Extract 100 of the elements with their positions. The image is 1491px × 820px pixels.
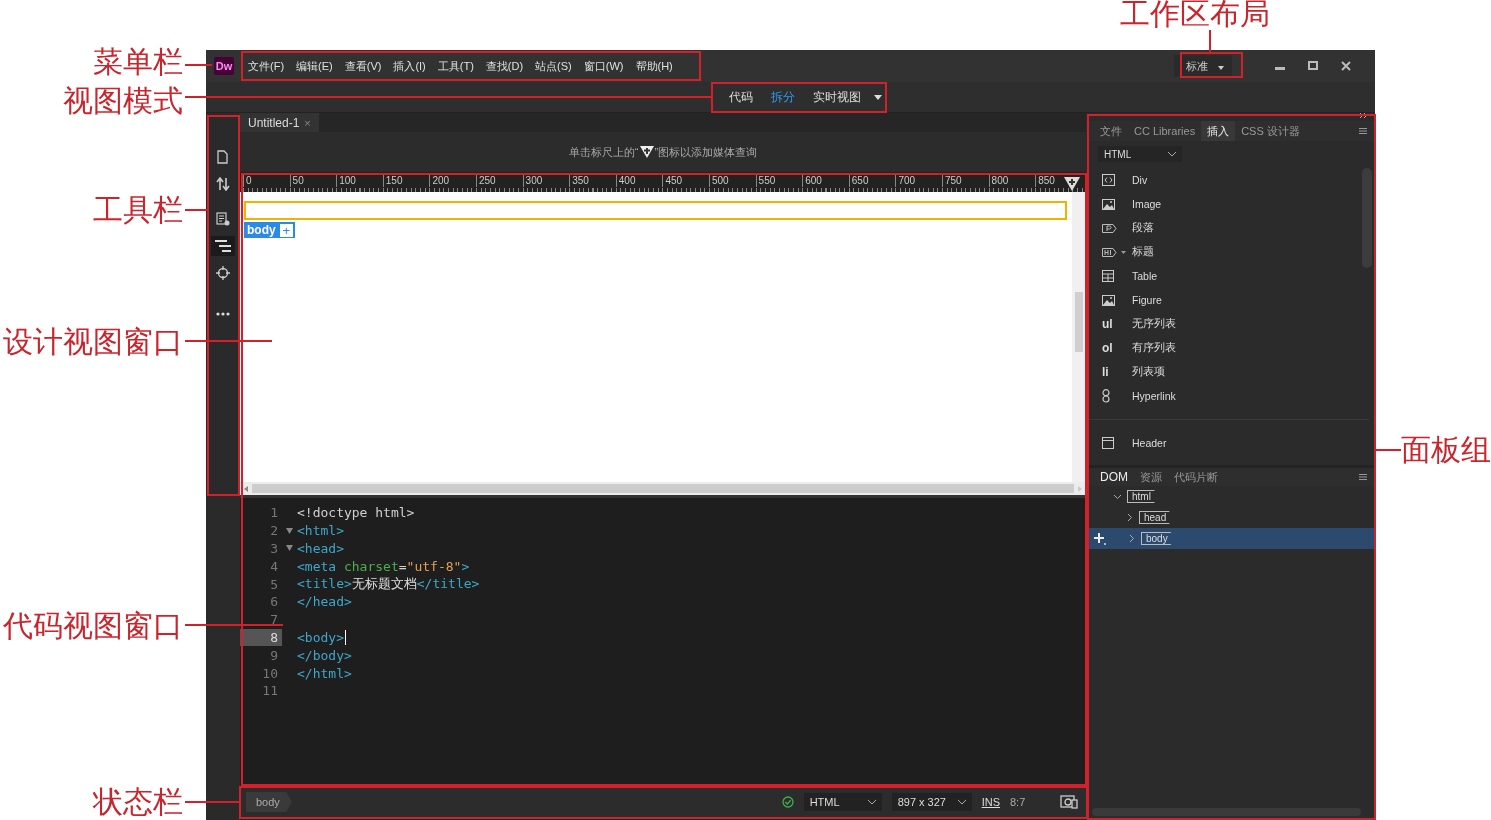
dom-row[interactable]: body <box>1088 528 1375 549</box>
language-dropdown[interactable]: HTML <box>803 793 882 811</box>
dom-row[interactable]: html <box>1088 486 1375 507</box>
code-line: <html> <box>297 523 344 539</box>
panel-tab[interactable]: 插入 <box>1201 121 1236 141</box>
fold-icon[interactable] <box>286 545 293 552</box>
code-line: <title>无标题文档</title> <box>297 575 480 594</box>
line-number: 2 <box>269 522 279 540</box>
tag-selector[interactable]: body <box>246 792 292 812</box>
menu-item[interactable]: 插入(I) <box>387 58 432 74</box>
insert-item[interactable]: 列表项 <box>1132 365 1165 379</box>
menu-icon[interactable] <box>1359 474 1367 480</box>
scroll-left-icon[interactable] <box>244 485 248 492</box>
ruler-label: 550 <box>755 175 776 187</box>
dom-row[interactable]: head <box>1088 507 1375 528</box>
maximize-icon[interactable] <box>1308 61 1318 71</box>
insert-item[interactable]: 段落 <box>1132 221 1154 235</box>
line-number: 8 <box>240 628 282 646</box>
ruler-label: 150 <box>382 175 403 187</box>
insert-item[interactable]: Div <box>1132 174 1148 186</box>
insert-item[interactable]: 无序列表 <box>1132 317 1176 331</box>
cursor-position: 8:7 <box>1010 796 1027 808</box>
collapse-icon[interactable] <box>1360 113 1367 118</box>
code-line: </html> <box>297 665 352 681</box>
document-tab[interactable]: Untitled-1 × <box>240 113 319 132</box>
leader-line <box>1209 30 1211 52</box>
caret-icon[interactable] <box>1121 250 1126 254</box>
media-query-hint: 单击标尺上的“ ”图标以添加媒体查询 <box>568 144 758 160</box>
menu-item[interactable]: 帮助(H) <box>629 58 679 74</box>
header-block-icon <box>1102 437 1114 449</box>
callout-label: 代码视图窗口 <box>3 608 183 644</box>
add-button[interactable]: + <box>279 223 293 237</box>
panel-tab[interactable]: 文件 <box>1094 121 1128 141</box>
menu-item[interactable]: 工具(T) <box>431 58 480 74</box>
ruler-label: 500 <box>709 175 729 187</box>
fold-icon[interactable] <box>286 527 293 534</box>
insert-mode[interactable]: INS <box>981 796 1000 808</box>
menu-item[interactable]: 文件(F) <box>242 58 291 74</box>
callout-label: 菜单栏 <box>93 44 183 80</box>
insert-item[interactable]: 有序列表 <box>1132 341 1176 355</box>
close-icon[interactable] <box>1341 61 1351 71</box>
line-number: 10 <box>261 664 279 682</box>
close-tab-button[interactable]: × <box>304 116 311 129</box>
chevron-right-icon[interactable] <box>1126 514 1133 521</box>
panel-tab[interactable]: DOM <box>1094 468 1134 486</box>
chevron-down-icon[interactable] <box>1114 493 1121 500</box>
scrollbar[interactable] <box>240 482 1086 495</box>
line-number: 5 <box>269 575 279 593</box>
leader-line <box>1375 449 1401 451</box>
ruler-label: 650 <box>848 175 869 187</box>
ruler-label: 750 <box>942 175 962 187</box>
menu-item[interactable]: 查看(V) <box>338 58 388 74</box>
media-query-marker-icon[interactable] <box>1064 177 1080 191</box>
ruler-label: 100 <box>336 175 356 187</box>
view-mode-tab[interactable]: 实时视图 <box>804 88 870 106</box>
ruler-label: 700 <box>895 175 916 187</box>
category-dropdown[interactable]: HTML <box>1098 146 1182 162</box>
code-line: <!doctype html> <box>297 505 415 521</box>
line-number: 11 <box>261 682 279 700</box>
panel-tab[interactable]: CC Libraries <box>1128 121 1202 141</box>
menu-icon[interactable] <box>1359 128 1367 134</box>
list-tag-glyph: li <box>1102 365 1109 379</box>
view-mode-tab[interactable]: 拆分 <box>762 88 804 106</box>
workspace-dropdown[interactable]: 标准 <box>1174 55 1232 77</box>
ruler-label: 300 <box>522 175 543 187</box>
paragraph-tag-icon <box>1102 223 1117 233</box>
menu-item[interactable]: 查找(D) <box>479 58 530 74</box>
panel-tab[interactable]: 代码片断 <box>1168 468 1224 486</box>
add-icon[interactable] <box>1094 532 1106 545</box>
tool-button[interactable] <box>211 236 235 256</box>
panel-tab[interactable]: 资源 <box>1134 468 1168 486</box>
insert-item[interactable]: Figure <box>1132 294 1162 306</box>
insert-item[interactable]: 标题 <box>1132 245 1154 259</box>
highlight-frame <box>1180 52 1243 78</box>
insert-item[interactable]: Image <box>1132 198 1162 210</box>
code-line: <body> <box>297 629 344 645</box>
view-mode-tab[interactable]: 代码 <box>720 88 762 106</box>
code-line: </head> <box>297 594 352 610</box>
more-icon <box>216 312 230 316</box>
panel-tab[interactable]: CSS 设计器 <box>1235 121 1306 141</box>
sort-arrows-icon <box>216 177 230 191</box>
code-brackets-icon <box>1102 174 1115 186</box>
insert-item[interactable]: Header <box>1132 437 1167 449</box>
ruler-label: 400 <box>615 175 636 187</box>
ruler-label: 450 <box>662 175 683 187</box>
ruler-label: 350 <box>569 175 589 187</box>
window-size-dropdown[interactable]: 897 x 327 <box>891 793 972 811</box>
preview-icon[interactable] <box>1060 795 1078 809</box>
chevron-icon <box>867 799 876 805</box>
ruler-label: 0 <box>243 175 252 187</box>
caret-icon[interactable] <box>874 94 882 100</box>
table-icon <box>1102 270 1114 282</box>
insert-item[interactable]: Hyperlink <box>1132 390 1176 402</box>
menu-item[interactable]: 窗口(W) <box>577 58 630 74</box>
list-tag-glyph: ul <box>1102 317 1113 331</box>
scrollbar[interactable] <box>1072 192 1086 482</box>
menu-item[interactable]: 编辑(E) <box>290 58 339 74</box>
insert-item[interactable]: Table <box>1132 270 1158 282</box>
chevron-right-icon[interactable] <box>1128 535 1135 542</box>
menu-item[interactable]: 站点(S) <box>529 58 578 74</box>
